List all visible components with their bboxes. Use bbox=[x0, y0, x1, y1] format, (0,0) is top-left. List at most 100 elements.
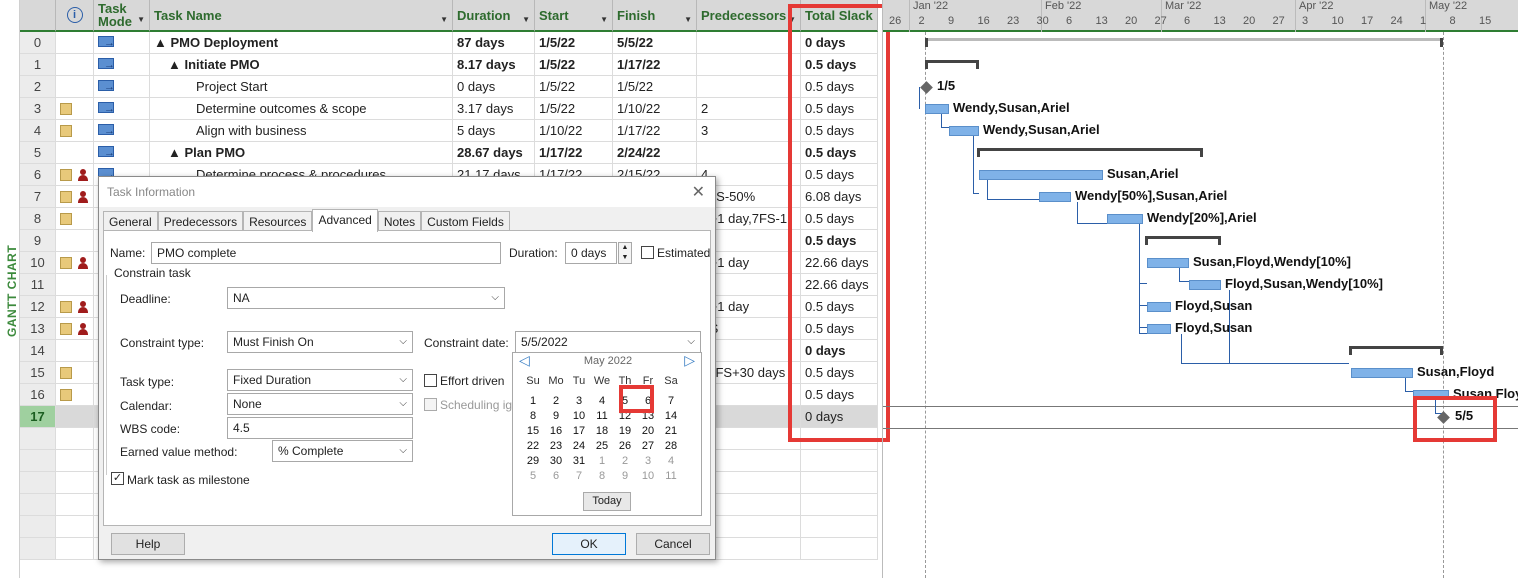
ok-button[interactable]: OK bbox=[552, 533, 626, 555]
start-column-header[interactable]: Start ▼ bbox=[535, 0, 613, 32]
note-icon[interactable] bbox=[60, 322, 72, 335]
cell-duration[interactable]: 87 days bbox=[453, 32, 535, 54]
cell-finish[interactable]: 2/24/22 bbox=[613, 142, 697, 164]
wbs-code-field[interactable]: 4.5 bbox=[227, 417, 413, 439]
row-number[interactable]: 12 bbox=[20, 296, 56, 318]
calendar-day[interactable]: 11 bbox=[660, 470, 682, 485]
row-number[interactable]: 6 bbox=[20, 164, 56, 186]
cell-name[interactable]: Project Start bbox=[150, 76, 453, 98]
tab-resources[interactable]: Resources bbox=[243, 211, 313, 231]
row-number[interactable]: 8 bbox=[20, 208, 56, 230]
task-bar[interactable] bbox=[1147, 302, 1171, 312]
constraint-date-field[interactable]: 5/5/2022 ⌵ bbox=[515, 331, 701, 353]
cell-duration[interactable]: 0 days bbox=[453, 76, 535, 98]
empty-cell[interactable] bbox=[20, 450, 56, 472]
empty-cell[interactable] bbox=[20, 516, 56, 538]
calendar-day[interactable]: 14 bbox=[660, 410, 682, 425]
indicator-cell[interactable] bbox=[56, 120, 94, 142]
row-header-corner[interactable] bbox=[20, 0, 56, 32]
indicator-cell[interactable] bbox=[56, 164, 94, 186]
calendar-day[interactable]: 1 bbox=[591, 455, 613, 470]
calendar-day[interactable]: 6 bbox=[545, 470, 567, 485]
indicator-cell[interactable] bbox=[56, 274, 94, 296]
task-mode-column-header[interactable]: Task Mode ▼ bbox=[94, 0, 150, 32]
task-mode-cell[interactable] bbox=[94, 54, 150, 76]
cell-name[interactable]: Determine outcomes & scope bbox=[150, 98, 453, 120]
task-bar[interactable] bbox=[925, 104, 949, 114]
calendar-day[interactable]: 1 bbox=[522, 395, 544, 410]
task-mode-cell[interactable] bbox=[94, 32, 150, 54]
note-icon[interactable] bbox=[60, 124, 72, 137]
indicator-cell[interactable] bbox=[56, 230, 94, 252]
calendar-day[interactable]: 3 bbox=[568, 395, 590, 410]
row-number[interactable]: 17 bbox=[20, 406, 56, 428]
empty-cell[interactable] bbox=[56, 494, 94, 516]
calendar-day[interactable]: 24 bbox=[568, 440, 590, 455]
milestone-diamond[interactable] bbox=[920, 81, 933, 94]
calendar-day[interactable]: 26 bbox=[614, 440, 636, 455]
calendar-day[interactable]: 29 bbox=[522, 455, 544, 470]
calendar-day[interactable]: 28 bbox=[660, 440, 682, 455]
cell-name[interactable]: Align with business bbox=[150, 120, 453, 142]
duration-spinner[interactable]: ▲ ▼ bbox=[618, 242, 632, 264]
duration-column-header[interactable]: Duration ▼ bbox=[453, 0, 535, 32]
calendar-day[interactable]: 10 bbox=[568, 410, 590, 425]
cell-start[interactable]: 1/5/22 bbox=[535, 54, 613, 76]
empty-cell[interactable] bbox=[20, 494, 56, 516]
indicator-cell[interactable] bbox=[56, 406, 94, 428]
dropdown-arrow-icon[interactable]: ▼ bbox=[600, 13, 608, 26]
cell-start[interactable]: 1/10/22 bbox=[535, 120, 613, 142]
calendar-day[interactable]: 7 bbox=[568, 470, 590, 485]
calendar-day[interactable]: 11 bbox=[591, 410, 613, 425]
indicator-cell[interactable] bbox=[56, 318, 94, 340]
calendar-day[interactable]: 19 bbox=[614, 425, 636, 440]
row-number[interactable]: 15 bbox=[20, 362, 56, 384]
task-bar[interactable] bbox=[1147, 324, 1171, 334]
empty-cell[interactable] bbox=[801, 516, 878, 538]
task-bar[interactable] bbox=[1147, 258, 1189, 268]
calendar-day[interactable]: 18 bbox=[591, 425, 613, 440]
note-icon[interactable] bbox=[60, 168, 72, 181]
task-mode-cell[interactable] bbox=[94, 120, 150, 142]
row-number[interactable]: 11 bbox=[20, 274, 56, 296]
estimated-checkbox[interactable] bbox=[641, 246, 654, 259]
cell-name[interactable]: ▲ Initiate PMO bbox=[150, 54, 453, 76]
tab-custom-fields[interactable]: Custom Fields bbox=[421, 211, 510, 231]
row-number[interactable]: 13 bbox=[20, 318, 56, 340]
tab-predecessors[interactable]: Predecessors bbox=[157, 211, 244, 231]
note-icon[interactable] bbox=[60, 366, 72, 379]
task-bar[interactable] bbox=[949, 126, 979, 136]
constraint-type-select[interactable]: Must Finish On ⌵ bbox=[227, 331, 413, 353]
summary-bar[interactable] bbox=[925, 60, 979, 69]
empty-cell[interactable] bbox=[20, 428, 56, 450]
calendar-day[interactable]: 22 bbox=[522, 440, 544, 455]
row-number[interactable]: 16 bbox=[20, 384, 56, 406]
calendar-day[interactable]: 20 bbox=[637, 425, 659, 440]
empty-cell[interactable] bbox=[801, 472, 878, 494]
row-number[interactable]: 5 bbox=[20, 142, 56, 164]
deadline-select[interactable]: NA ⌵ bbox=[227, 287, 505, 309]
cell-finish[interactable]: 1/5/22 bbox=[613, 76, 697, 98]
task-name-column-header[interactable]: Task Name ▼ bbox=[150, 0, 453, 32]
close-icon[interactable]: ✕ bbox=[692, 182, 705, 202]
cell-finish[interactable]: 1/10/22 bbox=[613, 98, 697, 120]
note-icon[interactable] bbox=[60, 102, 72, 115]
empty-cell[interactable] bbox=[801, 538, 878, 560]
cell-name[interactable]: ▲ Plan PMO bbox=[150, 142, 453, 164]
summary-bar[interactable] bbox=[925, 38, 1443, 47]
task-bar[interactable] bbox=[1107, 214, 1143, 224]
cell-duration[interactable]: 3.17 days bbox=[453, 98, 535, 120]
task-bar[interactable] bbox=[1039, 192, 1071, 202]
task-type-select[interactable]: Fixed Duration ⌵ bbox=[227, 369, 413, 391]
name-field[interactable]: PMO complete bbox=[151, 242, 501, 264]
note-icon[interactable] bbox=[60, 190, 72, 203]
indicator-cell[interactable] bbox=[56, 340, 94, 362]
indicator-cell[interactable] bbox=[56, 32, 94, 54]
summary-bar[interactable] bbox=[1145, 236, 1221, 245]
cell-pred[interactable]: 2 bbox=[697, 98, 801, 120]
summary-bar[interactable] bbox=[977, 148, 1203, 157]
tab-advanced[interactable]: Advanced bbox=[312, 209, 378, 232]
calendar-day[interactable]: 8 bbox=[591, 470, 613, 485]
indicator-cell[interactable] bbox=[56, 252, 94, 274]
calendar-day[interactable]: 4 bbox=[660, 455, 682, 470]
